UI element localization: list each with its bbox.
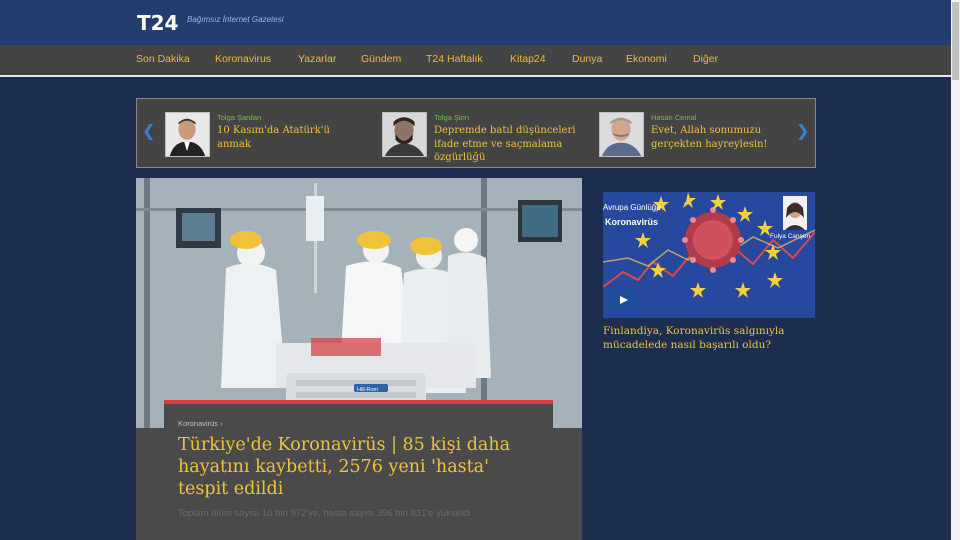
video-thumbnail[interactable]: Avrupa Günlüğü Koronavirüs Fulya Canşen — [603, 192, 815, 318]
nav-item-yazarlar[interactable]: Yazarlar — [298, 53, 336, 65]
headline-caption[interactable]: Koronavirüs › Türkiye'de Koronavirüs | 8… — [164, 400, 553, 526]
scrollbar-thumb[interactable] — [952, 2, 959, 80]
author-name[interactable]: Tolga Şirin — [434, 113, 469, 122]
nav-item-kitap24[interactable]: Kitap24 — [510, 53, 546, 65]
site-logo[interactable]: T24 — [137, 11, 178, 35]
nav-item-ekonomi[interactable]: Ekonomi — [626, 53, 667, 65]
video-series-label: Avrupa Günlüğü — [603, 203, 661, 212]
site-tagline: Bağımsız İnternet Gazetesi — [187, 15, 284, 24]
nav-item-son-dakika[interactable]: Son Dakika — [136, 53, 190, 65]
chevron-right-icon[interactable]: ❯ — [796, 121, 809, 141]
nav-item-koronavirus[interactable]: Koronavirus — [215, 53, 271, 65]
video-topic-label: Koronavirüs — [605, 217, 659, 227]
author-photo-hasan-cemal[interactable] — [599, 112, 644, 157]
page-scrollbar[interactable] — [951, 0, 960, 540]
nav-item-diger[interactable]: Diğer — [693, 53, 718, 65]
main-news-photo[interactable]: Hill-Rom — [136, 178, 582, 428]
bed-brand-label: Hill-Rom — [357, 387, 379, 393]
author-name[interactable]: Hasan Cemal — [651, 113, 696, 122]
main-headline[interactable]: Türkiye'de Koronavirüs | 85 kişi daha ha… — [178, 434, 538, 500]
author-article-title[interactable]: Evet, Allah sonumuzu gerçekten hayreyles… — [651, 124, 801, 151]
category-breadcrumb[interactable]: Koronavirüs › — [178, 419, 223, 428]
nav-item-gundem[interactable]: Gündem — [361, 53, 401, 65]
author-photo-tolga-sirin[interactable] — [382, 112, 427, 157]
author-article-title[interactable]: 10 Kasım'da Atatürk'ü anmak — [217, 124, 367, 151]
nav-divider — [0, 75, 951, 77]
chevron-left-icon[interactable]: ❮ — [142, 121, 155, 141]
author-article-title[interactable]: Depremde batıl düşünceleri ifade etme ve… — [434, 124, 584, 165]
play-icon[interactable] — [608, 290, 638, 310]
nav-item-dunya[interactable]: Dunya — [572, 53, 602, 65]
site-header: T24 Bağımsız İnternet Gazetesi — [0, 0, 951, 45]
video-presenter-name: Fulya Canşen — [770, 233, 811, 240]
headline-summary: Toplam ölüm sayısı 10 bin 972'ye, hasta … — [178, 508, 471, 519]
author-photo-tolga-sardan[interactable] — [165, 112, 210, 157]
main-nav: Son Dakika Koronavirus Yazarlar Gündem T… — [0, 45, 951, 75]
nav-item-t24-haftalik[interactable]: T24 Haftalık — [426, 53, 483, 65]
columnists-carousel: ❮ Tolga Şardan 10 Kasım'da Atatürk'ü anm… — [136, 98, 816, 168]
side-news-title[interactable]: Finlandiya, Koronavirüs salgınıyla mücad… — [603, 325, 815, 352]
author-name[interactable]: Tolga Şardan — [217, 113, 261, 122]
